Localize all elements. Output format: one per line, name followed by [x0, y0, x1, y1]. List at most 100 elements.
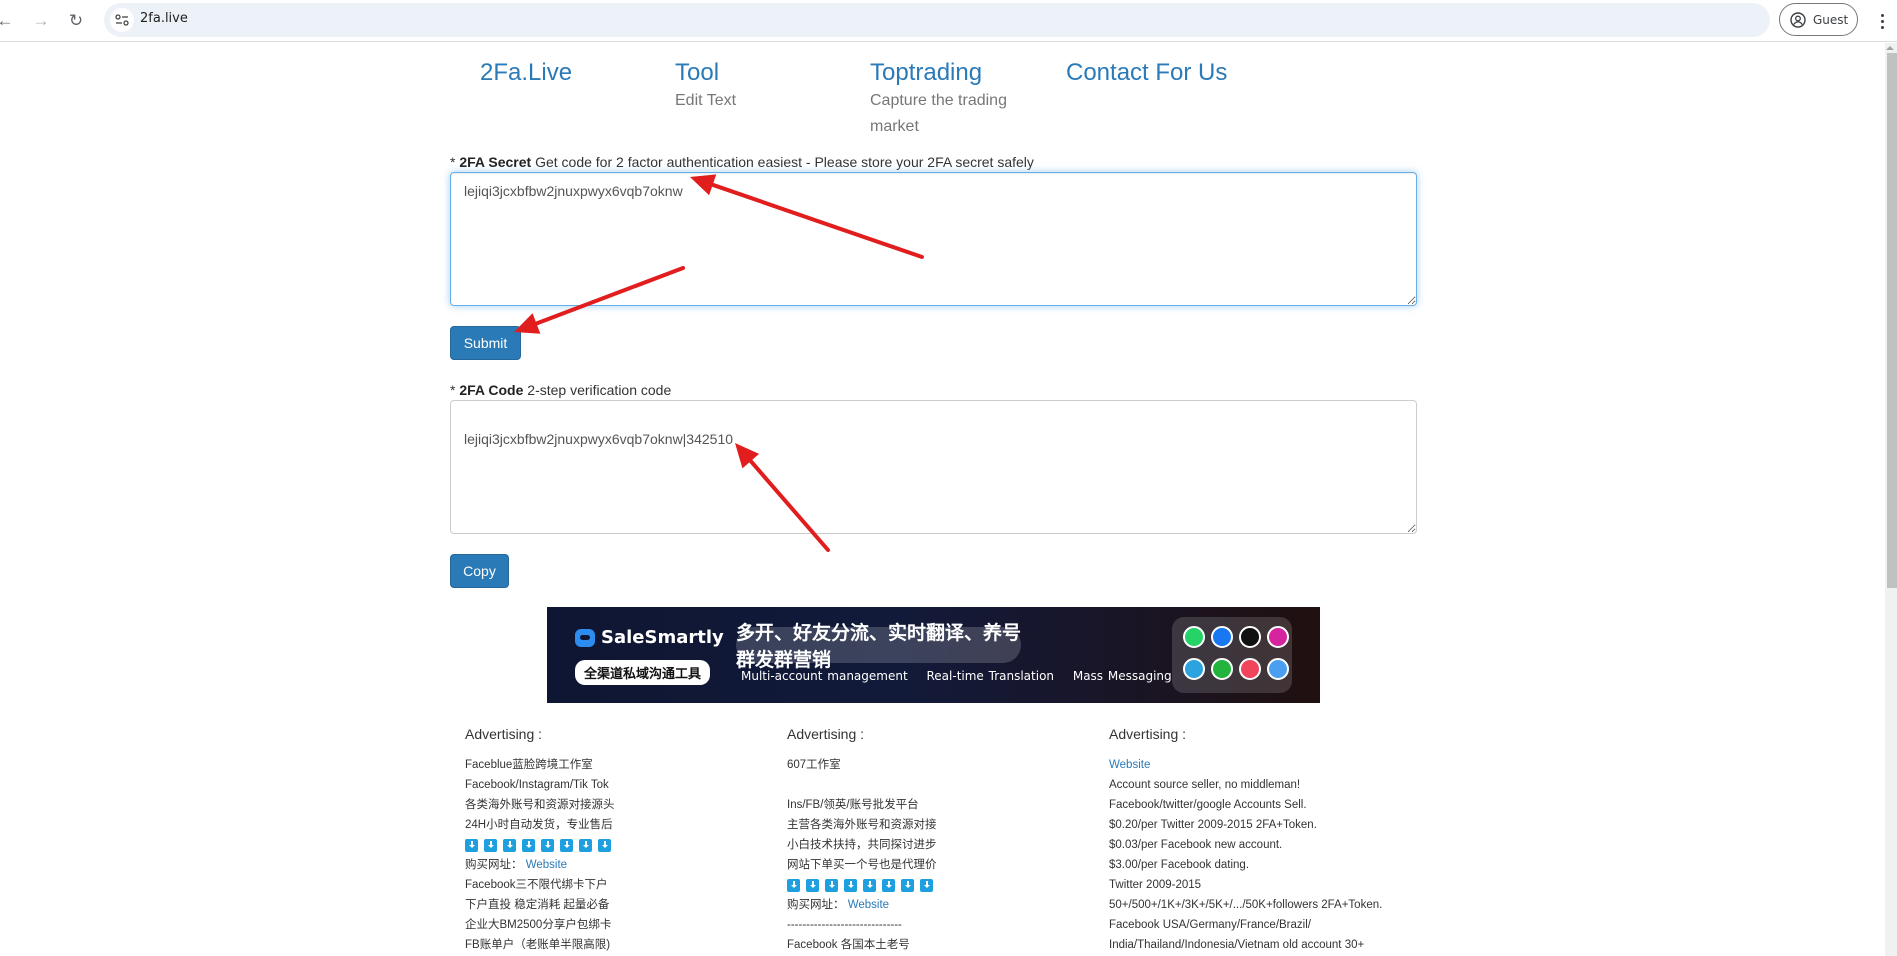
ad-line: Facebook三不限代绑卡下户: [465, 875, 775, 895]
nav-contact-link[interactable]: Contact For Us: [1066, 58, 1306, 88]
download-arrow-icon: [920, 878, 933, 892]
ad-line: Facebook USA/Germany/France/Brazil/: [1109, 915, 1419, 935]
ad-heading: Advertising :: [465, 726, 543, 742]
download-arrow-icon: [541, 838, 554, 852]
ad-line: 购买网址： Website: [465, 855, 775, 875]
submit-button[interactable]: Submit: [450, 326, 521, 360]
nav-item-tool[interactable]: Tool Edit Text: [675, 58, 855, 114]
banner-features: Multi-account management Real-time Trans…: [741, 669, 1186, 683]
nav-toptrading-subtitle[interactable]: Capture the trading market: [870, 88, 1020, 140]
banner-feature: Mass Messaging: [1072, 669, 1172, 683]
ad-line: Ins/FB/领英/账号批发平台: [787, 795, 1097, 815]
browser-toolbar: ← → ↻ 2fa.live Guest: [0, 0, 1897, 42]
ad-line: 网站下单买一个号也是代理价: [787, 855, 1097, 875]
url-text[interactable]: 2fa.live: [140, 11, 188, 26]
site-info-icon[interactable]: [110, 8, 134, 32]
nav-item-contact[interactable]: Contact For Us: [1066, 58, 1306, 88]
ad-website-link[interactable]: Website: [1109, 759, 1150, 771]
ad-column-3: Advertising : Website Account source selle…: [1109, 724, 1419, 955]
ad-line-text: ------------------------------: [787, 919, 902, 931]
ad-line-text: $0.20/per Twitter 2009-2015 2FA+Token.: [1109, 819, 1317, 831]
code-label-description: 2-step verification code: [523, 382, 672, 398]
back-button[interactable]: ←: [0, 8, 18, 34]
scroll-up-arrow[interactable]: [1886, 46, 1894, 50]
ad-heading: Advertising :: [787, 726, 865, 742]
download-arrow-icon: [787, 878, 800, 892]
copy-button[interactable]: Copy: [450, 554, 509, 588]
ad-line: Faceblue蓝脸跨境工作室: [465, 755, 775, 775]
menu-icon[interactable]: [1872, 8, 1892, 34]
download-arrow-icon: [484, 838, 497, 852]
ad-line-text: 607工作室: [787, 759, 841, 771]
ad-line-text: Facebook/Instagram/Tik Tok: [465, 779, 609, 791]
banner-feature: Real-time Translation: [926, 669, 1055, 683]
forward-icon: →: [32, 11, 50, 30]
download-arrow-icon: [863, 878, 876, 892]
ad-line-text: 小白技术扶持，共同探讨进步: [787, 839, 937, 851]
nav-home-link[interactable]: 2Fa.Live: [480, 58, 660, 88]
forward-button[interactable]: →: [28, 8, 54, 34]
ad-line: Facebook/Instagram/Tik Tok: [465, 775, 775, 795]
chat-icon: [1267, 658, 1289, 680]
ad-line-text: $3.00/per Facebook dating.: [1109, 859, 1250, 871]
download-arrow-icon: [560, 838, 573, 852]
scrollbar-thumb[interactable]: [1887, 53, 1897, 588]
nav-item-home[interactable]: 2Fa.Live: [480, 58, 660, 88]
tiktok-icon: [1239, 626, 1261, 648]
salesmartly-banner-ad[interactable]: SaleSmartly 全渠道私域沟通工具 多开、好友分流、实时翻译、养号群发群…: [547, 607, 1320, 703]
download-arrow-icon: [598, 838, 611, 852]
ad-line: 主营各类海外账号和资源对接: [787, 815, 1097, 835]
ad-line-text: 下户直投 稳定消耗 起量必备: [465, 899, 610, 911]
whatsapp-icon: [1183, 626, 1205, 648]
ad-line: Account source seller, no middleman!: [1109, 775, 1419, 795]
ad-line-text: Twitter 2009-2015: [1109, 879, 1202, 891]
banner-tagline: 全渠道私域沟通工具: [575, 660, 711, 685]
ad-line: $0.20/per Twitter 2009-2015 2FA+Token.: [1109, 815, 1419, 835]
address-bar[interactable]: 2fa.live: [104, 3, 1770, 37]
telegram-icon: [1183, 658, 1205, 680]
ad-line-text: Facebook/twitter/google Accounts Sell.: [1109, 799, 1307, 811]
ad-line: 购买网址： Website: [787, 895, 1097, 915]
ad-line: Website: [1109, 755, 1419, 775]
salesmartly-logo-icon: [575, 628, 595, 647]
ad-line: Facebook/twitter/google Accounts Sell.: [1109, 795, 1419, 815]
code-textarea[interactable]: lejiqi3jcxbfbw2jnuxpwyx6vqb7oknw|342510: [450, 400, 1417, 534]
nav-tool-subtitle[interactable]: Edit Text: [675, 88, 855, 114]
download-arrow-icon: [465, 838, 478, 852]
download-arrow-icon: [844, 878, 857, 892]
secret-textarea[interactable]: lejiqi3jcxbfbw2jnuxpwyx6vqb7oknw: [450, 172, 1417, 306]
download-icons-row: [465, 835, 775, 855]
download-arrow-icon: [503, 838, 516, 852]
required-mark: *: [450, 154, 456, 170]
profile-button[interactable]: Guest: [1779, 3, 1858, 36]
ad-line-text: India/Thailand/Indonesia/Vietnam old acc…: [1109, 939, 1365, 951]
ad-website-link[interactable]: Website: [848, 899, 889, 911]
ad-line-text: Ins/FB/领英/账号批发平台: [787, 799, 919, 811]
ad-line: 各类海外账号和资源对接源头: [465, 795, 775, 815]
download-arrow-icon: [579, 838, 592, 852]
ad-line-text: Facebook USA/Germany/France/Brazil/: [1109, 919, 1311, 931]
ad-line-text: Facebook 各国本土老号: [787, 939, 910, 951]
nav-tool-link[interactable]: Tool: [675, 58, 855, 88]
download-arrow-icon: [825, 878, 838, 892]
ad-line: 607工作室: [787, 755, 1097, 775]
secret-label-title: 2FA Secret: [459, 154, 532, 170]
ad-line-text: 主营各类海外账号和资源对接: [787, 819, 937, 831]
ad-line-text: Account source seller, no middleman!: [1109, 779, 1301, 791]
secret-label: * 2FA Secret Get code for 2 factor authe…: [450, 154, 1034, 170]
nav-item-toptrading[interactable]: Toptrading Capture the trading market: [870, 58, 1020, 140]
ad-line-text: FB账单户（老账单半限高限): [465, 939, 611, 951]
ad-line: 50+/500+/1K+/3K+/5K+/.../50K+followers 2…: [1109, 895, 1419, 915]
ad-line-text: 网站下单买一个号也是代理价: [787, 859, 937, 871]
ad-column-2: Advertising : 607工作室 Ins/FB/领英/账号批发平台主营各类海…: [787, 724, 1097, 955]
instagram-icon: [1267, 626, 1289, 648]
ad-line-text: $0.03/per Facebook new account.: [1109, 839, 1283, 851]
line-icon: [1211, 658, 1233, 680]
code-label-title: 2FA Code: [459, 382, 524, 398]
banner-brand: SaleSmartly: [575, 627, 724, 648]
banner-brand-name: SaleSmartly: [601, 627, 724, 648]
nav-toptrading-link[interactable]: Toptrading: [870, 58, 1020, 88]
ad-website-link[interactable]: Website: [526, 859, 567, 871]
reload-button[interactable]: ↻: [63, 8, 89, 34]
download-arrow-icon: [882, 878, 895, 892]
